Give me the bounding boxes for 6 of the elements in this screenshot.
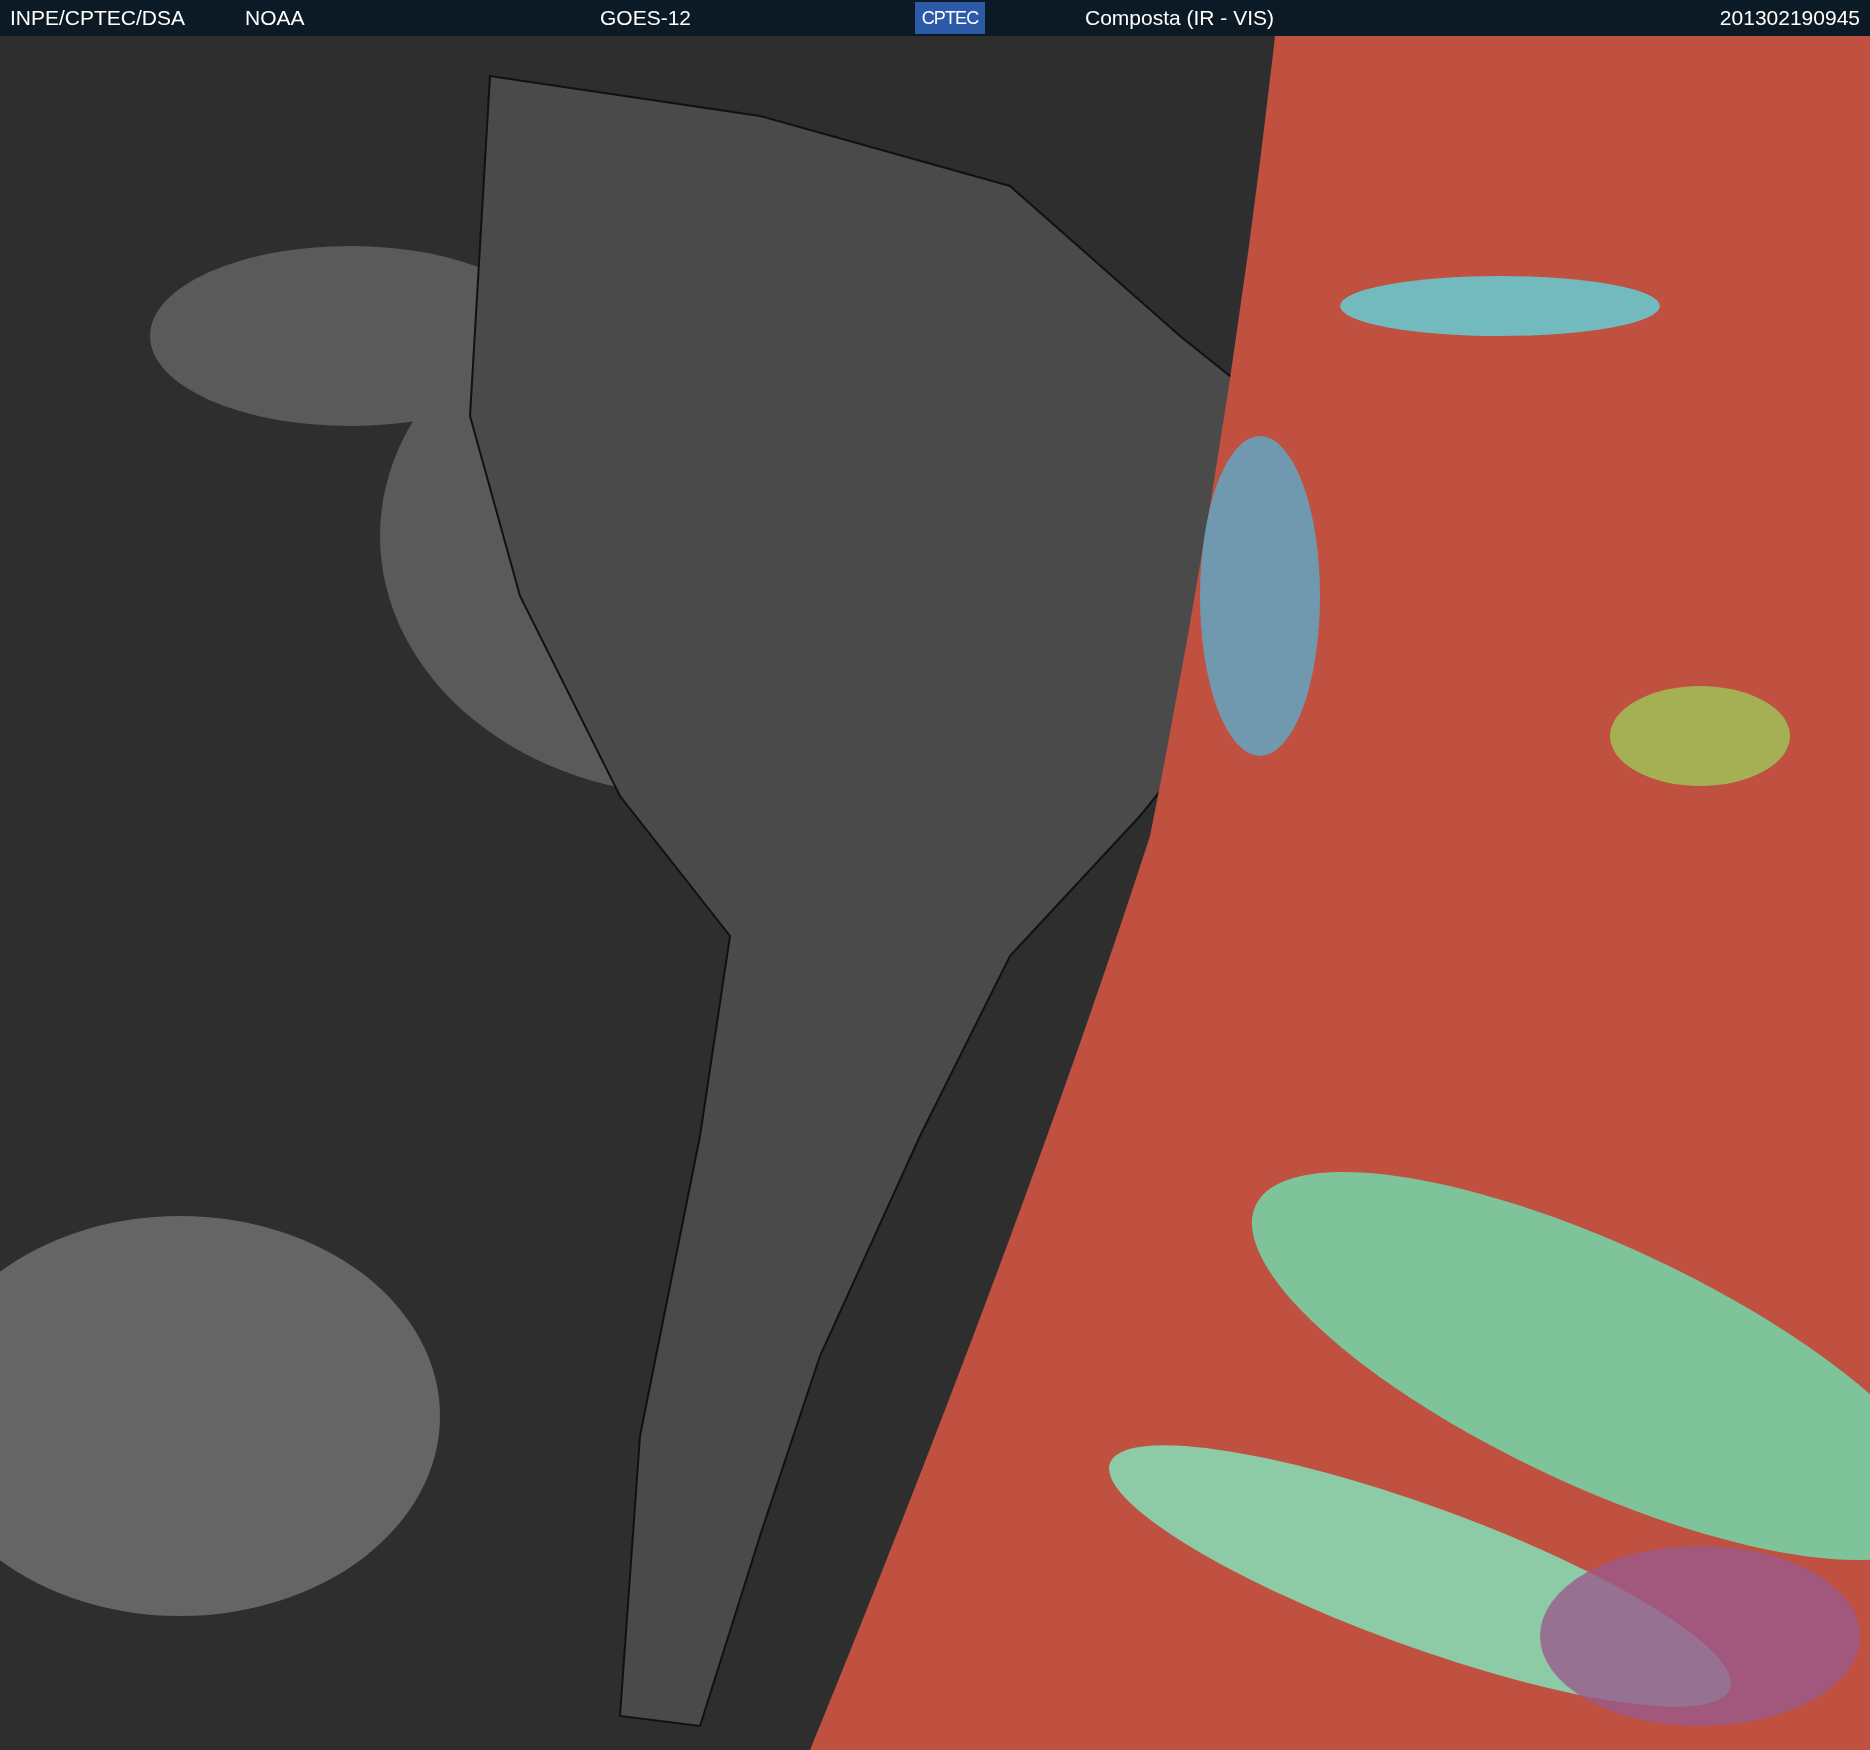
- logo: CPTEC: [915, 2, 985, 34]
- institution-label: INPE/CPTEC/DSA: [10, 5, 187, 32]
- product-label: Composta (IR - VIS): [1085, 5, 1275, 32]
- agency-label: NOAA: [245, 5, 306, 32]
- timestamp-label: 201302190945: [1719, 5, 1860, 32]
- satellite-label: GOES-12: [600, 5, 693, 32]
